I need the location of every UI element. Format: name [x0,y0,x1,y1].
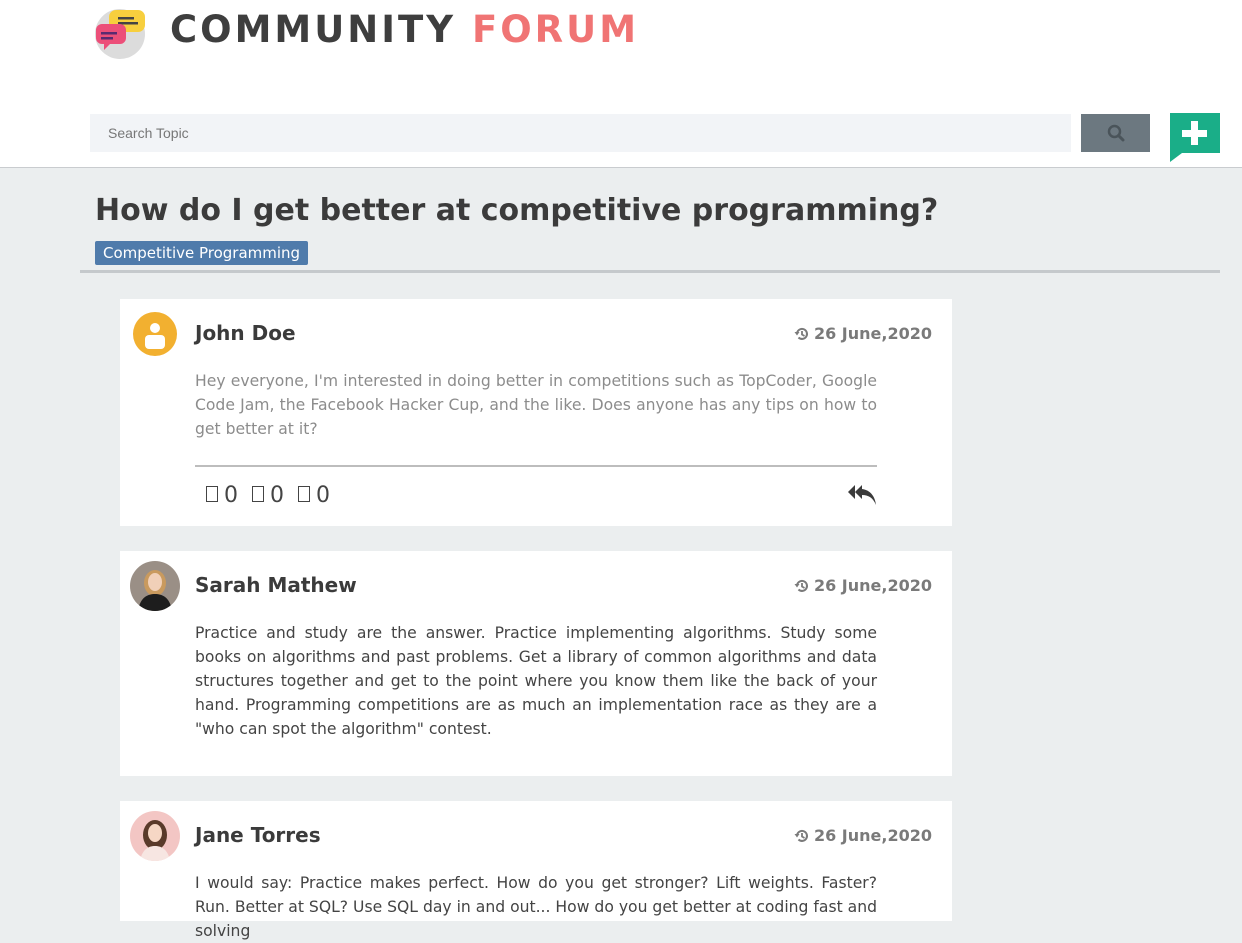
search-button[interactable] [1081,114,1150,152]
user-avatar[interactable] [130,561,180,611]
post-card: Jane Torres 26 June,2020 I would say: Pr… [120,801,952,940]
new-topic-button[interactable] [1170,113,1220,163]
default-user-icon[interactable] [130,309,180,359]
dislike-button[interactable]: 0 [252,483,284,508]
post-author[interactable]: Jane Torres [195,823,321,847]
topic-tag[interactable]: Competitive Programming [95,241,309,265]
dislike-icon [252,486,264,502]
post-author[interactable]: Sarah Mathew [195,573,357,597]
search-icon [1107,124,1124,142]
post-divider [195,465,877,467]
comment-icon [298,486,310,502]
search-input[interactable] [90,114,1071,152]
post-body: Practice and study are the answer. Pract… [195,624,877,738]
post-date-text: 26 June,2020 [813,324,932,343]
user-avatar[interactable] [130,811,180,861]
history-icon [794,829,808,842]
dislike-count: 0 [270,483,284,508]
speech-bubbles-icon[interactable] [94,6,148,60]
post-body: Hey everyone, I'm interested in doing be… [195,372,877,438]
history-icon [794,579,808,592]
site-brand[interactable]: COMMUNITY FORUM [170,8,639,51]
post-author[interactable]: John Doe [195,321,296,345]
post-body: I would say: Practice makes perfect. How… [195,874,877,940]
post-date: 26 June,2020 [794,826,932,845]
comment-button[interactable]: 0 [298,483,330,508]
like-icon [206,486,218,502]
post-card: Sarah Mathew 26 June,2020 Practice and s… [120,551,952,776]
plus-chat-icon [1170,113,1220,162]
post-date-text: 26 June,2020 [813,826,932,845]
topic-title: How do I get better at competitive progr… [95,193,939,228]
post-date-text: 26 June,2020 [813,576,932,595]
post-date: 26 June,2020 [794,576,932,595]
topic-divider [80,270,1220,273]
reaction-bar: 0 0 0 [206,483,344,508]
history-icon [794,327,808,340]
comment-count: 0 [316,483,330,508]
like-count: 0 [224,483,238,508]
post-date: 26 June,2020 [794,324,932,343]
post-card: John Doe 26 June,2020 Hey everyone, I'm … [120,299,952,526]
reply-all-button[interactable] [847,482,877,508]
site-header: COMMUNITY FORUM [0,0,1242,168]
brand-word-forum: FORUM [471,8,640,51]
like-button[interactable]: 0 [206,483,238,508]
reply-all-icon [848,485,876,505]
brand-word-community: COMMUNITY [170,8,457,51]
